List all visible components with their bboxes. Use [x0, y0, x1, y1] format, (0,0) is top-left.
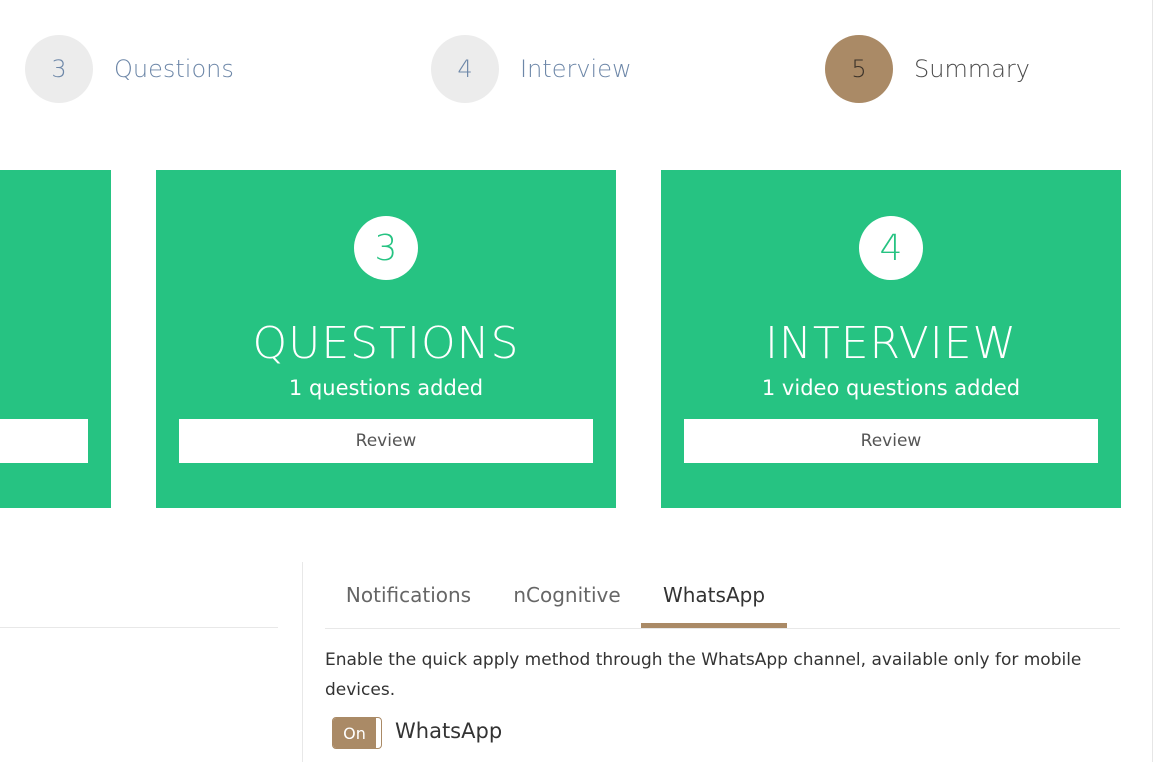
review-button[interactable]: [0, 419, 88, 463]
review-interview-button[interactable]: Review: [684, 419, 1098, 463]
review-questions-button[interactable]: Review: [179, 419, 593, 463]
card-title: INTERVIEW: [764, 318, 1018, 369]
card-title: QUESTIONS: [252, 318, 520, 369]
summary-card-interview: 4 INTERVIEW 1 video questions added Revi…: [661, 170, 1121, 508]
panel-separator: [302, 562, 303, 762]
step-number: 5: [825, 35, 893, 103]
step-label: Interview: [520, 55, 632, 83]
whatsapp-toggle-label: WhatsApp: [395, 719, 503, 743]
card-number-badge: 3: [354, 216, 418, 280]
card-subtitle: 1 questions added: [288, 376, 484, 400]
step-number: 3: [25, 35, 93, 103]
card-subtitle: 1 video questions added: [761, 376, 1021, 400]
toggle-state: On: [333, 718, 376, 748]
step-label: Questions: [114, 55, 234, 83]
tab-whatsapp[interactable]: WhatsApp: [641, 562, 787, 628]
summary-page: 3 Questions 4 Interview 5 Summary 3 QUES…: [0, 0, 1166, 762]
summary-card-previous: [0, 170, 111, 508]
settings-tabs: Notifications nCognitive WhatsApp: [325, 562, 1120, 629]
summary-card-questions: 3 QUESTIONS 1 questions added Review: [156, 170, 616, 508]
card-number-badge: 4: [859, 216, 923, 280]
tab-notifications[interactable]: Notifications: [325, 562, 492, 628]
step-number: 4: [431, 35, 499, 103]
scrollbar-track[interactable]: [1152, 0, 1153, 762]
left-panel-divider: [0, 627, 278, 628]
step-summary[interactable]: 5 Summary: [825, 35, 1030, 103]
whatsapp-description: Enable the quick apply method through th…: [325, 650, 1082, 700]
tab-ncognitive[interactable]: nCognitive: [499, 562, 635, 628]
whatsapp-toggle[interactable]: On: [332, 717, 382, 749]
step-interview[interactable]: 4 Interview: [431, 35, 632, 103]
step-questions[interactable]: 3 Questions: [25, 35, 234, 103]
step-label: Summary: [914, 55, 1030, 83]
